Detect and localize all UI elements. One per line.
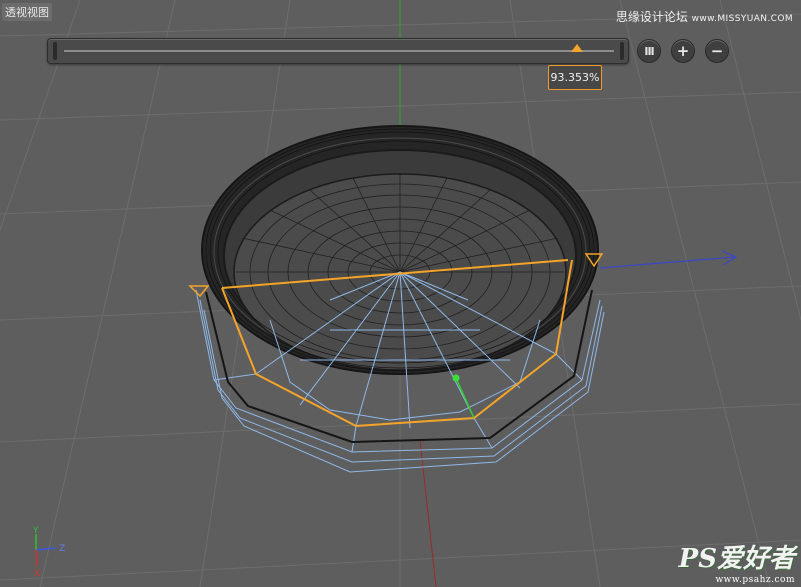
slider-value-tooltip: 93.353%	[548, 65, 602, 90]
slider-left-grip	[53, 42, 57, 60]
watermark-top-url: www.MISSYUAN.COM	[691, 14, 793, 24]
pause-bars-icon: III	[644, 44, 654, 58]
axis-y-label: Y	[32, 526, 39, 536]
viewport-label[interactable]: 透视视图	[2, 3, 52, 21]
slider-track[interactable]	[64, 50, 614, 52]
increase-button[interactable]: +	[671, 39, 695, 63]
axis-z-label: Z	[59, 544, 65, 554]
slider-thumb[interactable]	[571, 44, 584, 52]
slider-right-grip	[620, 42, 624, 60]
decrease-button[interactable]: −	[705, 39, 729, 63]
x-axis-line	[419, 439, 437, 587]
watermark-top-text: 思缘设计论坛	[615, 10, 688, 24]
dish-mesh[interactable]	[201, 125, 599, 375]
watermark-bottom-url: www.psahz.com	[715, 575, 795, 585]
slice-slider[interactable]	[47, 38, 629, 64]
minus-icon: −	[710, 41, 724, 60]
axis-gizmo: Y Z X	[32, 526, 65, 579]
slider-value-text: 93.353%	[550, 71, 600, 84]
pause-button[interactable]: III	[637, 39, 661, 63]
watermark-bottom: PS爱好者 www.psahz.com	[679, 538, 795, 585]
watermark-bottom-text: PS爱好者	[678, 544, 795, 574]
axis-x-label: X	[34, 569, 40, 579]
watermark-top: 思缘设计论坛 www.MISSYUAN.COM	[616, 8, 793, 25]
plus-icon: +	[676, 41, 690, 60]
z-axis-handle[interactable]	[599, 250, 738, 269]
3d-viewport[interactable]	[0, 0, 801, 587]
